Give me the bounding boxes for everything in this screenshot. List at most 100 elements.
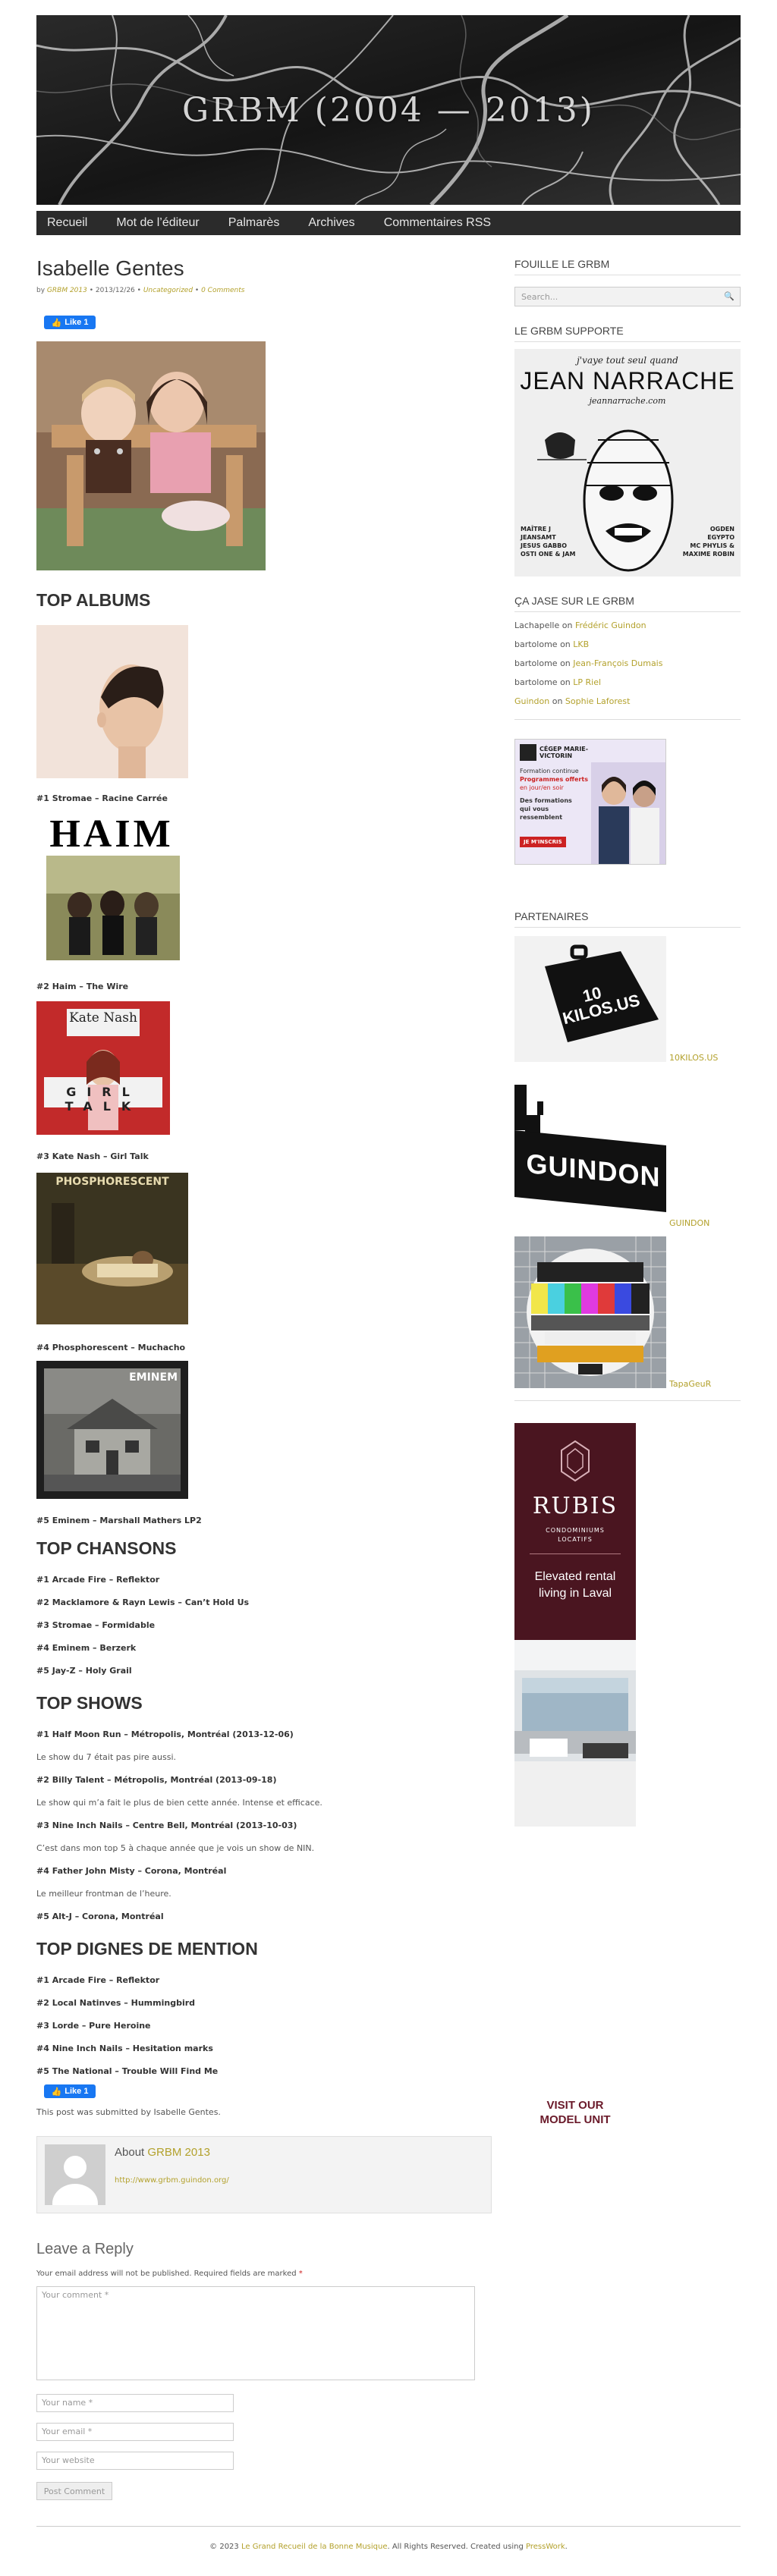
meta-by: by — [36, 287, 46, 294]
ad-cta-button[interactable]: JE M'INSCRIS — [520, 837, 566, 847]
mention-item-5: #5 The National – Trouble Will Find Me — [36, 2066, 219, 2076]
facebook-like-button-bottom[interactable]: 👍 Like 1 — [44, 2084, 96, 2098]
show-note-2: Le show qui m’a fait le plus de bien cet… — [36, 1798, 322, 1808]
nav-item-recueil[interactable]: Recueil — [47, 216, 87, 230]
mention-item-4: #4 Nine Inch Nails – Hesitation marks — [36, 2044, 213, 2053]
kate-nash-art-text: Kate Nash — [69, 1010, 137, 1026]
post-comment-button[interactable]: Post Comment — [36, 2482, 112, 2500]
section-title-albums: TOP ALBUMS — [36, 590, 151, 610]
partner-logo-guindon[interactable]: GUINDON — [514, 1079, 666, 1212]
search-input[interactable]: Search... — [514, 287, 741, 306]
site-header-banner[interactable]: GRBM (2004 — 2013) — [36, 15, 741, 205]
post-title[interactable]: Isabelle Gentes — [36, 256, 184, 281]
comment-author-link[interactable]: Guindon — [514, 696, 549, 706]
poster-left-name: JEANSAMT — [521, 534, 556, 541]
comment-post-link[interactable]: LP Riel — [573, 677, 601, 687]
footer-middle-text: . All Rights Reserved. Created using — [387, 2543, 524, 2551]
meta-author-link[interactable]: GRBM 2013 — [47, 287, 87, 294]
partner-logo-tapageur[interactable] — [514, 1236, 666, 1388]
comment-textarea[interactable]: Your comment * — [36, 2286, 475, 2380]
meta-category-link[interactable]: Uncategorized — [143, 287, 193, 294]
required-mark: * — [298, 2270, 303, 2278]
nav-item-rss[interactable]: Commentaires RSS — [384, 216, 491, 230]
comment-post-link[interactable]: Frédéric Guindon — [575, 620, 646, 630]
partner-link-guindon[interactable]: GUINDON — [669, 1218, 709, 1228]
show-note-1: Le show du 7 était pas pire aussi. — [36, 1752, 177, 1762]
mention-item-2: #2 Local Natinves – Hummingbird — [36, 1998, 196, 2008]
meta-comments-link[interactable]: 0 Comments — [201, 287, 244, 294]
cegep-ad-banner[interactable]: CÉGEP MARIE-VICTORIN Formation continue … — [514, 739, 666, 865]
chanson-item-2: #2 Macklamore & Rayn Lewis – Can’t Hold … — [36, 1597, 250, 1607]
about-author-link[interactable]: GRBM 2013 — [147, 2146, 210, 2159]
site-title[interactable]: GRBM (2004 — 2013) — [36, 15, 741, 205]
album-cover-haim: HAIM — [40, 815, 180, 960]
cegep-logo — [520, 744, 536, 761]
about-website-link[interactable]: http://www.grbm.guindon.org/ — [115, 2176, 229, 2185]
partner-link-tapageur[interactable]: TapaGeuR — [669, 1379, 711, 1389]
girl-talk-art-text: GIRL TALK — [64, 1085, 142, 1114]
divider — [514, 611, 741, 612]
show-item-2: #2 Billy Talent – Métropolis, Montréal (… — [36, 1775, 277, 1785]
album-cover-stromae — [36, 625, 188, 778]
footer-site-link[interactable]: Le Grand Recueil de la Bonne Musique — [241, 2543, 388, 2551]
ad-brand: CÉGEP MARIE-VICTORIN — [539, 746, 589, 759]
post-meta: by GRBM 2013 • 2013/12/26 • Uncategorize… — [36, 287, 244, 294]
comment-author: bartolome — [514, 677, 558, 687]
poster-right-name: MAXIME ROBIN — [682, 551, 735, 558]
submitted-by: This post was submitted by Isabelle Gent… — [36, 2107, 221, 2117]
ad-lines: Formation continue Programmes offerts en… — [520, 767, 588, 821]
name-field[interactable]: Your name * — [36, 2394, 234, 2412]
section-title-shows: TOP SHOWS — [36, 1693, 143, 1713]
post-photo-children — [36, 341, 266, 570]
reply-title: Leave a Reply — [36, 2241, 134, 2257]
footer-theme-link[interactable]: PressWork — [526, 2543, 565, 2551]
nav-item-archives[interactable]: Archives — [308, 216, 354, 230]
about-heading: About GRBM 2013 — [115, 2146, 210, 2159]
partner-link-10kilos[interactable]: 10KILOS.US — [669, 1053, 718, 1063]
show-note-3: C’est dans mon top 5 à chaque année que … — [36, 1843, 315, 1853]
footer-divider — [36, 2526, 741, 2527]
search-icon[interactable]: 🔍 — [724, 291, 735, 301]
rubis-cta[interactable]: VISIT OUR MODEL UNIT — [514, 2098, 636, 2127]
rubis-cta-line-1: VISIT OUR — [546, 2099, 604, 2112]
album-cover-eminem: EMINEM — [36, 1361, 188, 1499]
album-caption-2: #2 Haim – The Wire — [36, 982, 129, 991]
nav-item-palmares[interactable]: Palmarès — [228, 216, 280, 230]
avatar[interactable] — [45, 2144, 105, 2205]
poster-left-names: MAÎTRE J JEANSAMT JESUS GABBO OSTI ONE &… — [521, 525, 575, 558]
sidebar-support-title: LE GRBM SUPPORTE — [514, 325, 624, 337]
meta-date: 2013/12/26 — [95, 287, 135, 294]
reply-notice-text: Your email address will not be published… — [36, 2270, 297, 2278]
email-field[interactable]: Your email * — [36, 2423, 234, 2441]
comment-on: on — [562, 620, 573, 630]
album-caption-4: #4 Phosphorescent – Muchacho — [36, 1343, 186, 1352]
rubis-ad-banner[interactable]: RUBIS CONDOMINIUMS LOCATIFS Elevated ren… — [514, 1423, 636, 1827]
poster-site: jeannarrache.com — [589, 396, 666, 406]
partner-logo-10kilos[interactable]: 10 KILOS.US — [514, 936, 666, 1062]
recent-comment-2: bartolome on LKB — [514, 639, 589, 649]
rubis-brand: RUBIS — [532, 1493, 618, 1519]
facebook-like-button[interactable]: 👍 Like 1 — [44, 316, 96, 329]
comment-on: on — [552, 696, 563, 706]
sidebar-search-title: FOUILLE LE GRBM — [514, 258, 610, 270]
show-item-1: #1 Half Moon Run – Métropolis, Montréal … — [36, 1729, 294, 1739]
poster-right-name: OGDEN — [709, 526, 735, 532]
nav-item-mot-editeur[interactable]: Mot de l’éditeur — [116, 216, 199, 230]
divider — [530, 1553, 621, 1554]
ad-people-photo — [591, 762, 665, 864]
comment-post-link[interactable]: Sophie Laforest — [565, 696, 631, 706]
jean-narrache-poster[interactable]: j'vaye tout seul quand JEAN NARRACHE jea… — [514, 349, 741, 576]
recent-comment-4: bartolome on LP Riel — [514, 677, 601, 687]
poster-right-names: OGDEN EGYPTO MC PHYLIS & MAXIME ROBIN — [683, 525, 735, 558]
rubis-tagline-1: Elevated rental — [534, 1570, 616, 1583]
rubis-tagline-2: living in Laval — [538, 1587, 612, 1600]
section-title-chansons: TOP CHANSONS — [36, 1538, 177, 1558]
comment-post-link[interactable]: Jean-François Dumais — [573, 658, 662, 668]
website-field[interactable]: Your website — [36, 2452, 234, 2470]
album-caption-1: #1 Stromae – Racine Carrée — [36, 793, 168, 803]
mention-item-3: #3 Lorde – Pure Heroine — [36, 2021, 151, 2031]
divider — [514, 341, 741, 342]
poster-name: JEAN NARRACHE — [520, 367, 735, 394]
comment-post-link[interactable]: LKB — [573, 639, 589, 649]
chanson-item-5: #5 Jay-Z – Holy Grail — [36, 1666, 132, 1676]
